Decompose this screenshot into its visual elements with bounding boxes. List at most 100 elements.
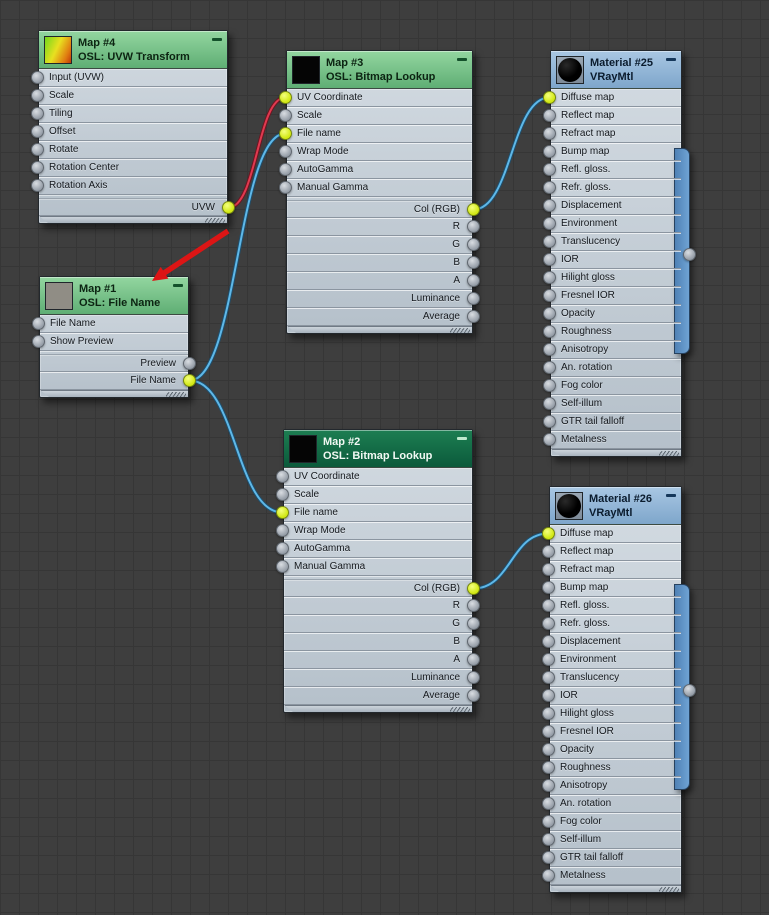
connection-wire-blue[interactable] xyxy=(471,95,552,212)
input-socket[interactable] xyxy=(31,71,44,84)
output-socket[interactable] xyxy=(467,599,480,612)
resize-grip[interactable] xyxy=(39,216,227,223)
input-socket[interactable] xyxy=(543,361,556,374)
input-socket[interactable] xyxy=(542,653,555,666)
input-socket[interactable] xyxy=(542,833,555,846)
output-socket[interactable] xyxy=(467,274,480,287)
input-socket[interactable] xyxy=(279,109,292,122)
output-socket[interactable] xyxy=(467,635,480,648)
input-socket[interactable] xyxy=(542,581,555,594)
input-socket[interactable] xyxy=(543,217,556,230)
input-socket[interactable] xyxy=(276,524,289,537)
material-output-socket[interactable] xyxy=(683,684,696,697)
output-socket[interactable] xyxy=(467,582,480,595)
input-socket[interactable] xyxy=(32,317,45,330)
connection-wire-red[interactable] xyxy=(227,96,287,209)
input-socket[interactable] xyxy=(542,671,555,684)
node-map1[interactable]: Map #1 OSL: File Name File Name Show Prev… xyxy=(32,276,196,398)
node-material25-header[interactable]: Material #25 VRayMtl xyxy=(551,51,681,89)
output-socket[interactable] xyxy=(467,689,480,702)
input-socket[interactable] xyxy=(31,179,44,192)
input-socket[interactable] xyxy=(279,91,292,104)
input-socket[interactable] xyxy=(543,145,556,158)
output-socket[interactable] xyxy=(467,292,480,305)
input-socket[interactable] xyxy=(279,181,292,194)
node-map2-header[interactable]: Map #2 OSL: Bitmap Lookup xyxy=(284,430,472,468)
collapse-icon[interactable] xyxy=(457,437,467,440)
input-socket[interactable] xyxy=(543,253,556,266)
input-socket[interactable] xyxy=(543,91,556,104)
resize-grip[interactable] xyxy=(550,885,681,892)
input-socket[interactable] xyxy=(542,797,555,810)
node-map4[interactable]: Map #4 OSL: UVW Transform Input (UVW) Sca… xyxy=(31,30,235,224)
node-map3[interactable]: Map #3 OSL: Bitmap Lookup UV Coordinate S… xyxy=(279,50,480,334)
input-socket[interactable] xyxy=(543,127,556,140)
input-socket[interactable] xyxy=(542,815,555,828)
material-sphere-thumbnail[interactable] xyxy=(555,491,583,520)
input-socket[interactable] xyxy=(542,779,555,792)
input-socket[interactable] xyxy=(31,125,44,138)
input-socket[interactable] xyxy=(32,335,45,348)
output-socket[interactable] xyxy=(467,671,480,684)
output-socket[interactable] xyxy=(467,653,480,666)
input-socket[interactable] xyxy=(542,635,555,648)
input-socket[interactable] xyxy=(31,143,44,156)
node-material26-header[interactable]: Material #26 VRayMtl xyxy=(550,487,681,525)
node-map2[interactable]: Map #2 OSL: Bitmap Lookup UV Coordinate S… xyxy=(276,429,480,713)
input-socket[interactable] xyxy=(542,563,555,576)
input-socket[interactable] xyxy=(542,851,555,864)
slate-node-editor-canvas[interactable]: Map #4 OSL: UVW Transform Input (UVW) Sca… xyxy=(0,0,769,915)
input-socket[interactable] xyxy=(542,689,555,702)
input-socket[interactable] xyxy=(543,433,556,446)
input-socket[interactable] xyxy=(276,542,289,555)
collapse-icon[interactable] xyxy=(666,494,676,497)
input-socket[interactable] xyxy=(542,617,555,630)
connection-wire-blue[interactable] xyxy=(187,378,285,515)
connection-wire-blue[interactable] xyxy=(472,532,550,590)
file-name-thumbnail[interactable] xyxy=(45,281,73,310)
connection-wire-blue[interactable] xyxy=(471,531,551,591)
output-socket[interactable] xyxy=(467,310,480,323)
node-material25[interactable]: Material #25 VRayMtl Diffuse map Reflect … xyxy=(543,50,696,457)
input-socket[interactable] xyxy=(543,109,556,122)
output-socket[interactable] xyxy=(467,203,480,216)
input-socket[interactable] xyxy=(276,488,289,501)
output-socket[interactable] xyxy=(183,374,196,387)
material-sphere-thumbnail[interactable] xyxy=(556,55,584,84)
input-socket[interactable] xyxy=(31,161,44,174)
bitmap-thumbnail[interactable] xyxy=(292,55,320,84)
input-socket[interactable] xyxy=(279,127,292,140)
collapse-icon[interactable] xyxy=(457,58,467,61)
resize-grip[interactable] xyxy=(287,326,472,333)
node-material26[interactable]: Material #26 VRayMtl Diffuse map Reflect … xyxy=(542,486,696,893)
collapse-icon[interactable] xyxy=(212,38,222,41)
input-socket[interactable] xyxy=(543,163,556,176)
output-socket[interactable] xyxy=(467,238,480,251)
resize-grip[interactable] xyxy=(551,449,681,456)
output-socket[interactable] xyxy=(222,201,235,214)
output-socket[interactable] xyxy=(467,617,480,630)
collapse-icon[interactable] xyxy=(666,58,676,61)
input-socket[interactable] xyxy=(543,415,556,428)
input-socket[interactable] xyxy=(276,506,289,519)
input-socket[interactable] xyxy=(276,470,289,483)
input-socket[interactable] xyxy=(542,761,555,774)
bitmap-thumbnail[interactable] xyxy=(289,434,317,463)
input-socket[interactable] xyxy=(543,343,556,356)
input-socket[interactable] xyxy=(543,181,556,194)
input-socket[interactable] xyxy=(542,725,555,738)
output-socket[interactable] xyxy=(467,220,480,233)
material-output-socket[interactable] xyxy=(683,248,696,261)
input-socket[interactable] xyxy=(279,145,292,158)
connection-wire-blue[interactable] xyxy=(188,379,284,514)
collapse-icon[interactable] xyxy=(173,284,183,287)
input-socket[interactable] xyxy=(542,527,555,540)
input-socket[interactable] xyxy=(543,397,556,410)
input-socket[interactable] xyxy=(543,379,556,392)
input-socket[interactable] xyxy=(542,545,555,558)
input-socket[interactable] xyxy=(276,560,289,573)
input-socket[interactable] xyxy=(31,107,44,120)
input-socket[interactable] xyxy=(543,289,556,302)
output-socket[interactable] xyxy=(467,256,480,269)
input-socket[interactable] xyxy=(543,235,556,248)
